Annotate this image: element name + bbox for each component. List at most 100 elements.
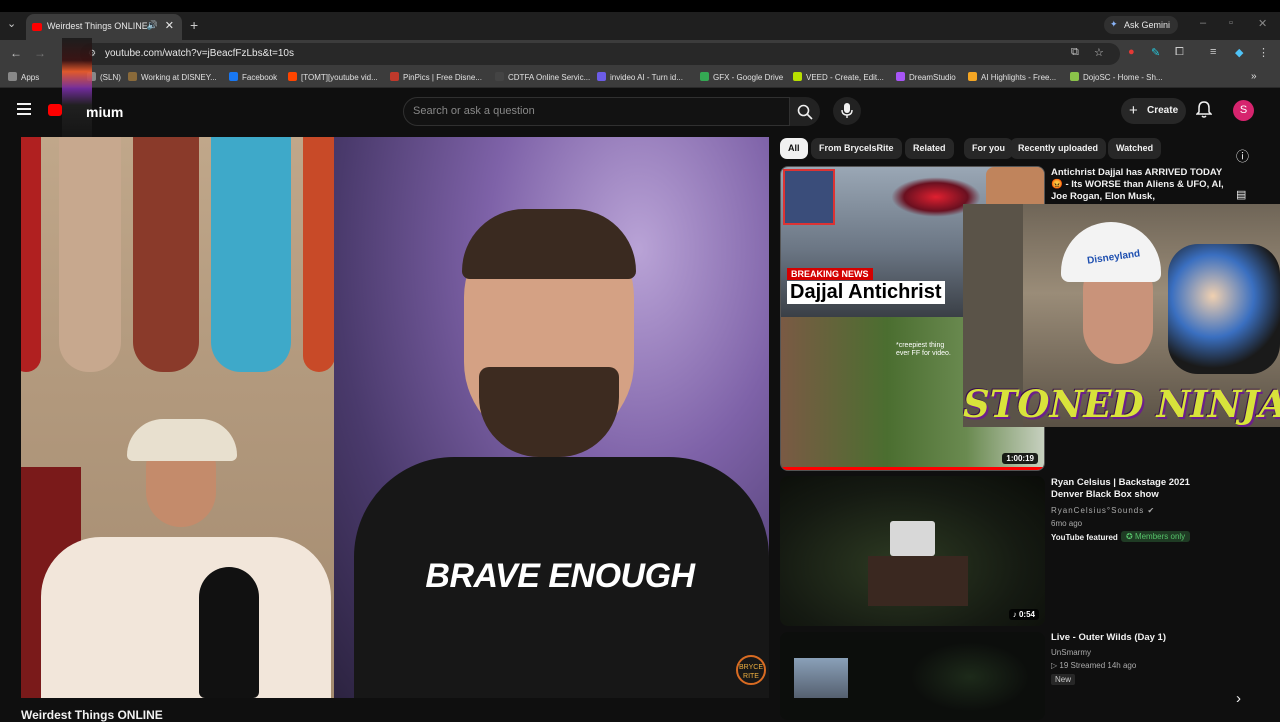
bookmark-favicon-icon [8, 72, 17, 81]
filter-chip[interactable]: For you [964, 138, 1013, 159]
thumbnail-image [783, 169, 835, 225]
bookmark-label: Facebook [242, 73, 278, 82]
bookmark-item[interactable]: [TOMT][youtube vid... [288, 72, 378, 82]
profile-extension-icon[interactable]: ◆ [1235, 46, 1243, 59]
bookmark-favicon-icon [390, 72, 399, 81]
bookmark-item[interactable]: Working at DISNEY... [128, 72, 217, 82]
back-icon[interactable]: ← [10, 46, 22, 60]
minimize-icon[interactable]: – [1200, 17, 1206, 29]
bookmark-item[interactable]: AI Highlights - Free... [968, 72, 1056, 82]
gemini-spark-icon: ✦ [1110, 19, 1118, 29]
skateboard [211, 137, 291, 372]
skateboard [59, 137, 121, 372]
extensions-puzzle-icon[interactable]: ⧠ [1175, 46, 1184, 59]
filter-chip[interactable]: Related [905, 138, 954, 159]
channel-name-text: RyanCelsius°Sounds [1051, 506, 1145, 515]
bookmark-item[interactable]: VEED - Create, Edit... [793, 72, 884, 82]
video-caption: BRAVE ENOUGH [425, 557, 695, 595]
restore-icon[interactable]: ▫ [1229, 17, 1233, 29]
filter-chip[interactable]: Recently uploaded [1010, 138, 1107, 159]
channel-name[interactable]: RyanCelsius°Sounds ✔ [1051, 506, 1155, 515]
channel-name[interactable]: UnSmarmy [1051, 648, 1091, 657]
notifications-bell-icon[interactable] [1196, 101, 1212, 119]
bookmark-item[interactable]: (SLN) [87, 72, 121, 82]
video-age: 6mo ago [1051, 519, 1083, 528]
chat-icon[interactable]: ▤ [1236, 188, 1246, 201]
create-button[interactable]: + Create [1121, 98, 1186, 124]
video-player[interactable]: BRAVE ENOUGH BRYCE RITE [21, 137, 769, 698]
person-hair [462, 209, 636, 279]
duration-text: 0:54 [1018, 610, 1035, 619]
audio-icon[interactable]: 🔊 [147, 20, 158, 31]
browser-tab[interactable]: Weirdest Things ONLINE - Y 🔊 ✕ [26, 14, 182, 40]
recommendation-thumbnail[interactable] [780, 632, 1045, 720]
ask-gemini-button[interactable]: ✦ Ask Gemini [1104, 16, 1178, 34]
browser-menu-icon[interactable]: ⋮ [1258, 46, 1269, 59]
channel-watermark: BRYCE RITE [736, 655, 766, 685]
voice-search-button[interactable] [833, 97, 861, 125]
recommendation-thumbnail[interactable]: ♪ 0:54 [780, 476, 1045, 626]
bookmark-label: DreamStudio [909, 73, 956, 82]
filter-chip[interactable]: All [780, 138, 808, 159]
search-input[interactable]: Search or ask a question [403, 97, 790, 126]
bookmark-favicon-icon [128, 72, 137, 81]
bookmark-item[interactable]: Apps [8, 72, 39, 82]
extension-cyan-icon[interactable]: ✎ [1151, 46, 1160, 59]
bookmark-item[interactable]: CDTFA Online Servic... [495, 72, 590, 82]
bookmark-label: PinPics | Free Disne... [403, 73, 482, 82]
duration-badge: ♪ 0:54 [1008, 609, 1039, 620]
bookmark-item[interactable]: DreamStudio [896, 72, 956, 82]
bookmark-label: invideo AI - Turn id... [610, 73, 683, 82]
duration-badge: 1:00:19 [1002, 453, 1038, 464]
thumbnail-image [890, 521, 935, 556]
media-controls-icon[interactable]: ≡ [1210, 46, 1216, 58]
youtube-logo-text[interactable]: mium [86, 104, 123, 120]
info-icon[interactable]: ⓘ [1236, 146, 1249, 165]
bookmark-favicon-icon [229, 72, 238, 81]
bookmark-item[interactable]: invideo AI - Turn id... [597, 72, 683, 82]
bookmark-favicon-icon [896, 72, 905, 81]
bookmark-favicon-icon [1070, 72, 1079, 81]
url-text[interactable]: youtube.com/watch?v=jBeacfFzLbs&t=10s [105, 48, 294, 59]
bookmark-label: GFX - Google Drive [713, 73, 784, 82]
chevron-right-icon[interactable]: › [1236, 690, 1241, 707]
thumbnail-overlay-text: *creepiest thing ever FF for video. [896, 342, 951, 357]
more-bookmarks-icon[interactable]: » [1251, 71, 1257, 82]
extension-red-icon[interactable]: ● [1128, 46, 1135, 58]
bookmark-item[interactable]: GFX - Google Drive [700, 72, 783, 82]
tab-search-icon[interactable]: ⌄ [7, 17, 16, 30]
bookmark-favicon-icon [968, 72, 977, 81]
recommendation-title[interactable]: Antichrist Dajjal has ARRIVED TODAY 😡 - … [1051, 167, 1226, 203]
live-meta-text: 19 Streamed 14h ago [1059, 661, 1137, 670]
glitch-overlay [62, 38, 92, 150]
bookmark-favicon-icon [495, 72, 504, 81]
bookmark-label: DojoSC - Home - Sh... [1083, 73, 1163, 82]
new-tab-icon[interactable]: + [190, 17, 198, 33]
top-strip [0, 0, 1280, 12]
avatar[interactable]: S [1233, 100, 1254, 121]
bookmark-star-icon[interactable]: ☆ [1094, 46, 1104, 59]
bookmark-favicon-icon [597, 72, 606, 81]
youtube-logo-icon[interactable] [48, 104, 62, 116]
filter-chip[interactable]: Watched [1108, 138, 1162, 159]
install-app-icon[interactable]: ⧉ [1071, 46, 1079, 59]
overlay-title: STONED NINJA [963, 382, 1280, 426]
bookmark-item[interactable]: Facebook [229, 72, 277, 82]
bookmark-item[interactable]: PinPics | Free Disne... [390, 72, 482, 82]
close-window-icon[interactable]: ✕ [1258, 17, 1267, 30]
bookmark-item[interactable]: DojoSC - Home - Sh... [1070, 72, 1163, 82]
menu-hamburger-icon[interactable] [17, 103, 31, 118]
ask-gemini-label: Ask Gemini [1124, 20, 1171, 30]
search-button[interactable] [790, 97, 820, 126]
thumbnail-headline: Dajjal Antichrist [787, 281, 945, 304]
podcast-microphone [199, 567, 259, 698]
live-meta: ▷ 19 Streamed 14h ago [1051, 661, 1137, 670]
search-placeholder: Search or ask a question [413, 105, 535, 117]
filter-chip[interactable]: From BryceIsRite [811, 138, 902, 159]
close-tab-icon[interactable]: ✕ [165, 19, 174, 32]
bookmark-favicon-icon [793, 72, 802, 81]
verified-icon: ✔ [1147, 506, 1156, 515]
recommendation-title[interactable]: Live - Outer Wilds (Day 1) [1051, 632, 1226, 644]
recommendation-title[interactable]: Ryan Celsius | Backstage 2021 Denver Bla… [1051, 477, 1211, 501]
forward-icon[interactable]: → [34, 46, 46, 60]
